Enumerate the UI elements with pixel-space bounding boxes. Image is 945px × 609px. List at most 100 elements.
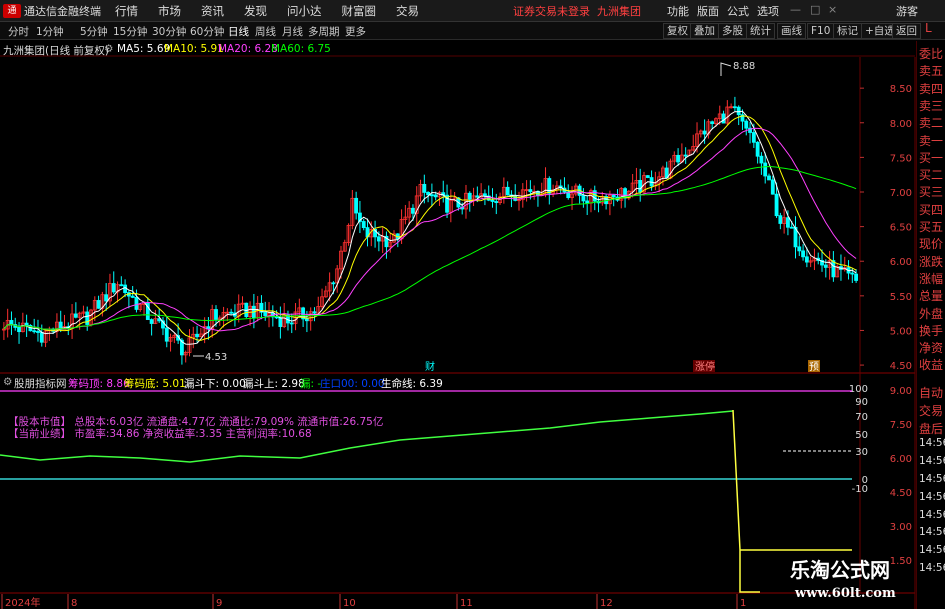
candle-body	[475, 195, 480, 198]
candle-body	[312, 311, 317, 314]
watermark-url: www.60lt.com	[795, 586, 896, 601]
candle-body	[32, 330, 37, 333]
event-marker: 财	[425, 360, 435, 373]
price-tick-label: 8.50	[890, 84, 912, 95]
panel-item: 买四	[919, 202, 944, 217]
candle-body	[850, 272, 855, 275]
candle-body	[801, 250, 805, 258]
candle-body	[467, 192, 472, 200]
candle-body	[774, 193, 779, 217]
panel-lower-item: 14:56	[919, 437, 945, 450]
candle-body	[361, 221, 366, 229]
watermark: 乐淘公式网 www.60lt.com	[790, 554, 915, 606]
candle-body	[85, 311, 90, 325]
candle-body	[505, 186, 510, 196]
candle-body	[702, 130, 707, 135]
candle-body	[778, 215, 783, 224]
candle-body	[759, 155, 764, 164]
ma20-line	[3, 127, 857, 332]
candle-body	[831, 260, 836, 278]
candle-body	[611, 194, 616, 198]
panel-tab[interactable]: L	[925, 21, 932, 35]
candle-body	[763, 162, 768, 177]
candle-body	[263, 311, 268, 316]
candle-body	[645, 175, 650, 178]
candle-body	[9, 320, 14, 325]
indicator-axis-right-label: 3.00	[890, 522, 912, 533]
price-tick-label: 7.50	[890, 153, 912, 164]
candle-body	[195, 333, 199, 338]
indicator-axis-right-label: 7.50	[890, 420, 912, 431]
high-price-label: 8.88	[733, 61, 755, 72]
ma10-line	[3, 115, 857, 341]
panel-item: 净资	[919, 341, 944, 356]
panel-item: 收益	[919, 358, 944, 373]
candle-body	[130, 295, 135, 298]
candle-body	[149, 319, 154, 324]
panel-item: 涨跌	[919, 254, 944, 269]
price-tick-label: 6.50	[890, 223, 912, 234]
candle-body	[214, 309, 218, 320]
candle-body	[304, 318, 309, 322]
date-label: 10	[343, 598, 356, 609]
date-label: 9	[216, 598, 222, 609]
date-label: 8	[71, 598, 77, 609]
candle-body	[278, 317, 283, 327]
candle-body	[638, 179, 643, 193]
candle-body	[751, 132, 756, 143]
panel-item: 买一	[919, 150, 944, 165]
candle-body	[164, 327, 169, 342]
candle-body	[433, 194, 438, 198]
candle-body	[24, 322, 29, 326]
candle-body	[823, 264, 828, 268]
candle-body	[229, 311, 234, 314]
date-label: 1	[740, 598, 746, 609]
indicator-axis-label: 70	[855, 412, 868, 423]
event-marker: 涨停	[695, 360, 715, 373]
candle-body	[528, 189, 533, 193]
candle-body	[494, 201, 499, 203]
candle-body	[581, 195, 586, 202]
panel-lower-item: 14:56	[919, 455, 945, 468]
date-label: 2024年	[5, 596, 40, 609]
candle-body	[585, 200, 590, 204]
candle-body	[721, 113, 726, 124]
panel-lower-item: 自动	[919, 386, 944, 400]
indicator-axis-label: 50	[855, 430, 868, 441]
indicator-axis-right-label: 6.00	[890, 454, 912, 465]
date-label: 12	[600, 598, 613, 609]
candle-body	[429, 194, 434, 197]
price-tick-label: 5.50	[890, 292, 912, 303]
panel-item: 卖五	[919, 64, 944, 79]
candle-body	[797, 246, 802, 252]
ma60-line	[3, 165, 857, 330]
candle-body	[96, 300, 101, 309]
candle-body	[483, 193, 487, 197]
candle-body	[490, 199, 495, 202]
panel-lower-item: 盘后	[919, 421, 944, 436]
indicator-axis-label: 90	[855, 397, 868, 408]
candle-body	[767, 175, 771, 181]
indicator-axis-label: 100	[849, 384, 868, 395]
candle-body	[39, 332, 44, 343]
panel-item: 总量	[919, 289, 944, 304]
candle-body	[676, 154, 681, 163]
kline-chart[interactable]: 8.50 8.00 7.50 7.00 6.50 6.00 5.50 5.00 4.50 8.88…	[0, 0, 945, 609]
candle-body	[73, 313, 78, 318]
panel-item: 买三	[919, 185, 944, 200]
candle-body	[683, 154, 688, 157]
candle-body	[422, 183, 427, 193]
panel-item: 委比	[919, 47, 944, 61]
candle-body	[736, 106, 741, 116]
candle-body	[331, 282, 336, 285]
candle-body	[786, 217, 790, 228]
low-price-label: 4.53	[205, 352, 227, 363]
candle-body	[755, 141, 760, 157]
indicator-axis-label: -10	[852, 484, 868, 495]
indicator-axis-label: 30	[855, 447, 868, 458]
life-line	[0, 410, 734, 463]
event-marker: 预	[809, 361, 819, 373]
panel-lower-item: 14:56	[919, 526, 945, 539]
panel-lower-item: 14:56	[919, 490, 945, 503]
candle-body	[111, 283, 116, 293]
